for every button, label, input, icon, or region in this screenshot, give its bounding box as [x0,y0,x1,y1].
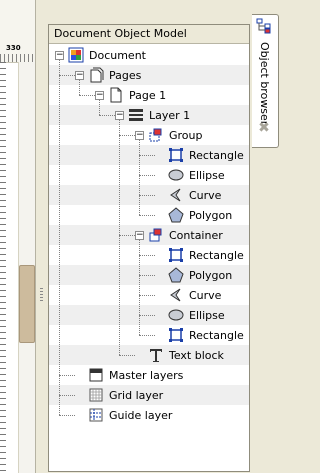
tree-connector [119,120,120,355]
tree-connector [139,140,140,215]
tree-connector [59,60,60,415]
layer-icon [129,109,143,121]
tree-connector [139,335,155,336]
tree-connector [119,235,135,236]
tree-connector [139,195,155,196]
tree-node[interactable]: − Container [135,225,223,245]
tree-node-label: Rectangle [189,148,244,162]
grid-icon [89,388,103,402]
collapse-toggle[interactable]: − [135,230,144,240]
document-color-icon [68,47,84,63]
tree-node-label: Layer 1 [149,108,191,122]
horizontal-ruler: 330 [0,0,35,63]
container-icon [149,228,162,242]
tree-node[interactable]: Rectangle [155,245,244,265]
tree-connector [59,395,75,396]
collapse-toggle[interactable]: − [135,130,144,140]
tree-connector [59,75,75,76]
tree-connector [59,415,75,416]
panel-title: Document Object Model [49,25,249,44]
tree-node-label: Text block [169,348,224,362]
panel-splitter[interactable] [38,0,45,473]
vertical-ruler [0,62,6,473]
ellipse-icon [168,169,184,181]
tree-node-label: Ellipse [189,168,225,182]
tab-label[interactable]: Object browser [258,42,271,125]
tree-node[interactable]: − Document [55,45,146,65]
tree-node-label: Guide layer [109,408,173,422]
tree-node[interactable]: − Pages [75,65,141,85]
tree-connector [79,95,95,96]
tree-node[interactable]: Polygon [155,265,232,285]
tree-connector [139,240,140,335]
tree-connector [139,295,155,296]
tree-node-label: Rectangle [189,248,244,262]
tree-node[interactable]: Master layers [75,365,183,385]
polygon-icon [168,207,184,223]
tree-connector [119,355,135,356]
tree-connector [139,155,155,156]
pages-icon [90,67,104,83]
tree-node-label: Group [169,128,203,142]
collapse-toggle[interactable]: − [55,50,64,60]
tree-node-label: Polygon [189,208,233,222]
tree-node[interactable]: Ellipse [155,305,225,325]
splitter-grip[interactable] [40,288,43,302]
tree-node[interactable]: Grid layer [75,385,163,405]
curve-icon [170,288,181,302]
tree-node[interactable]: − Page 1 [95,85,166,105]
guide-icon [89,408,103,422]
collapse-toggle[interactable]: − [95,90,104,100]
page-icon [110,87,122,103]
ruler-ticks [0,54,35,62]
tree-connector [119,135,135,136]
tree-node-label: Polygon [189,268,233,282]
close-icon[interactable]: ✖ [257,121,271,135]
tree-node-label: Master layers [109,368,184,382]
tree-node[interactable]: Curve [155,285,221,305]
tree-node[interactable]: Text block [135,345,224,365]
ruler-number: 330 [6,44,21,52]
tree-node[interactable]: Rectangle [155,145,244,165]
group-icon [149,128,162,142]
tree-node-label: Ellipse [189,308,225,322]
collapse-toggle[interactable]: − [115,110,124,120]
rectangle-icon [169,148,183,162]
collapse-toggle[interactable]: − [75,70,84,80]
tree-connector [139,255,155,256]
tree-node[interactable]: Curve [155,185,221,205]
rectangle-icon [169,328,183,342]
polygon-icon [168,267,184,283]
tree-connector [99,115,115,116]
object-browser-panel: Document Object Model − Document − Pages − Pa… [48,24,250,472]
tree-node-label: Document [89,48,146,62]
tree-node[interactable]: Polygon [155,205,232,225]
curve-icon [170,188,181,202]
tree-connector [59,375,75,376]
tree-node[interactable]: Guide layer [75,405,172,425]
tree-node-label: Pages [109,68,142,82]
tree-node-label: Curve [189,188,222,202]
master-layers-icon [89,368,103,382]
tree-connector [139,215,155,216]
tree-node-label: Curve [189,288,222,302]
tree-node[interactable]: − Group [135,125,203,145]
tree-connector [139,275,155,276]
tree-node[interactable]: − Layer 1 [115,105,190,125]
rectangle-icon [169,248,183,262]
scrollbar-thumb[interactable] [19,265,35,343]
tree-node[interactable]: Ellipse [155,165,225,185]
tree-connector [139,315,155,316]
tree-node-label: Container [169,228,223,242]
object-browser-icon [256,18,271,34]
text-icon [150,349,162,362]
tree-node-label: Page 1 [129,88,167,102]
ellipse-icon [168,309,184,321]
tree-connector [139,175,155,176]
tree-node-label: Rectangle [189,328,244,342]
tree-node-label: Grid layer [109,388,164,402]
tree-node[interactable]: Rectangle [155,325,244,345]
